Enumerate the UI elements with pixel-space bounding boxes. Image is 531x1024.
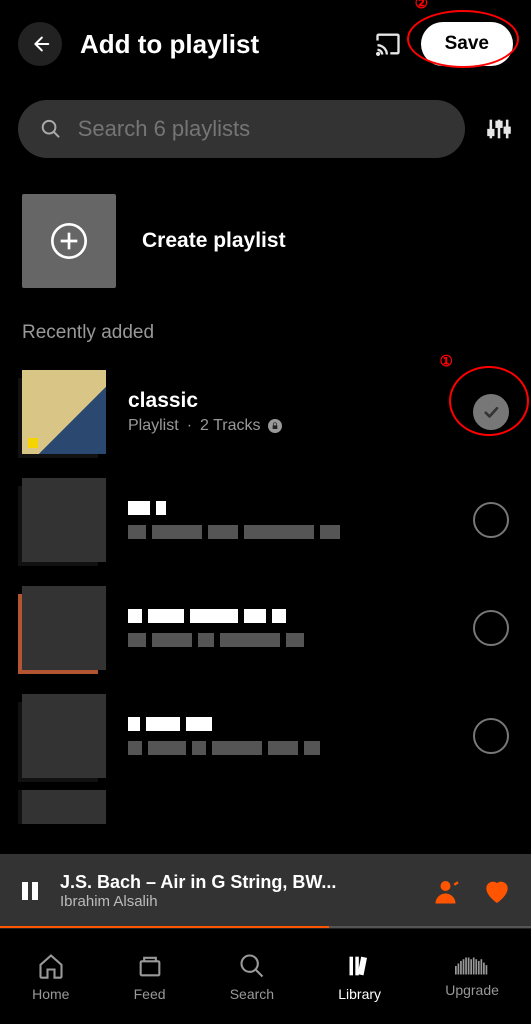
library-icon <box>346 952 374 980</box>
playlist-row[interactable]: classic Playlist · 2 Tracks ① <box>18 358 513 466</box>
nav-feed[interactable]: Feed <box>134 952 166 1002</box>
redacted-subtitle <box>128 741 451 755</box>
cloud-icon <box>455 956 489 976</box>
feed-icon <box>136 952 164 980</box>
cast-icon[interactable] <box>373 30 403 58</box>
create-playlist-row[interactable]: Create playlist <box>0 170 531 312</box>
nav-library[interactable]: Library <box>338 952 381 1002</box>
playlist-row[interactable] <box>18 682 513 790</box>
nav-upgrade[interactable]: Upgrade <box>445 956 499 998</box>
lock-icon <box>268 419 282 433</box>
playlist-thumb <box>22 694 106 778</box>
nav-label: Home <box>32 986 69 1002</box>
page-title: Add to playlist <box>80 29 355 60</box>
player-track-title: J.S. Bach – Air in G String, BW... <box>60 872 415 893</box>
nav-label: Search <box>230 986 274 1002</box>
redacted-subtitle <box>128 633 451 647</box>
search-row <box>0 88 531 170</box>
save-button[interactable]: Save <box>421 22 513 66</box>
pause-icon[interactable] <box>18 878 42 904</box>
redacted-subtitle <box>128 525 451 539</box>
playlist-checkbox[interactable] <box>473 394 509 430</box>
home-icon <box>37 952 65 980</box>
back-button[interactable] <box>18 22 62 66</box>
redacted-title <box>128 501 451 515</box>
nav-label: Upgrade <box>445 982 499 998</box>
arrow-left-icon <box>29 33 51 55</box>
playlist-row[interactable] <box>18 790 513 824</box>
create-playlist-thumb <box>22 194 116 288</box>
playlist-track-count: 2 Tracks <box>200 417 260 435</box>
playlist-thumb <box>22 586 106 670</box>
nav-home[interactable]: Home <box>32 952 69 1002</box>
playlist-row[interactable] <box>18 574 513 682</box>
playlist-title: classic <box>128 389 451 413</box>
nav-label: Library <box>338 986 381 1002</box>
sliders-icon[interactable] <box>485 115 513 143</box>
playlist-subtitle: Playlist · 2 Tracks <box>128 417 451 435</box>
playlist-checkbox[interactable] <box>473 718 509 754</box>
redacted-title <box>128 609 451 623</box>
person-icon[interactable] <box>433 876 463 906</box>
check-icon <box>482 403 500 421</box>
playlist-thumb <box>22 790 106 824</box>
playlist-checkbox[interactable] <box>473 502 509 538</box>
playlist-meta <box>128 501 451 539</box>
playlist-meta <box>128 609 451 647</box>
heart-icon[interactable] <box>481 875 513 907</box>
search-box[interactable] <box>18 100 465 158</box>
annotation-label-2: ② <box>415 0 428 12</box>
playlist-row[interactable] <box>18 466 513 574</box>
player-info: J.S. Bach – Air in G String, BW... Ibrah… <box>60 872 415 910</box>
playlist-list: classic Playlist · 2 Tracks ① <box>0 358 531 824</box>
header: Add to playlist Save ② <box>0 0 531 88</box>
bottom-nav: Home Feed Search Library Upgrade <box>0 928 531 1024</box>
plus-circle-icon <box>49 221 89 261</box>
nav-search[interactable]: Search <box>230 952 274 1002</box>
nav-label: Feed <box>134 986 166 1002</box>
playlist-thumb <box>22 478 106 562</box>
search-icon <box>238 952 266 980</box>
save-button-wrap: Save ② <box>421 22 513 66</box>
playlist-meta <box>128 717 451 755</box>
search-input[interactable] <box>78 116 443 142</box>
playlist-meta: classic Playlist · 2 Tracks <box>128 389 451 435</box>
redacted-title <box>128 717 451 731</box>
playlist-checkbox[interactable] <box>473 610 509 646</box>
playlist-thumb <box>22 370 106 454</box>
section-header-recently-added: Recently added <box>0 312 531 358</box>
playlist-subtype: Playlist <box>128 417 179 435</box>
search-icon <box>40 117 62 141</box>
create-playlist-label: Create playlist <box>142 229 286 253</box>
mini-player[interactable]: J.S. Bach – Air in G String, BW... Ibrah… <box>0 854 531 928</box>
player-artist: Ibrahim Alsalih <box>60 893 415 910</box>
